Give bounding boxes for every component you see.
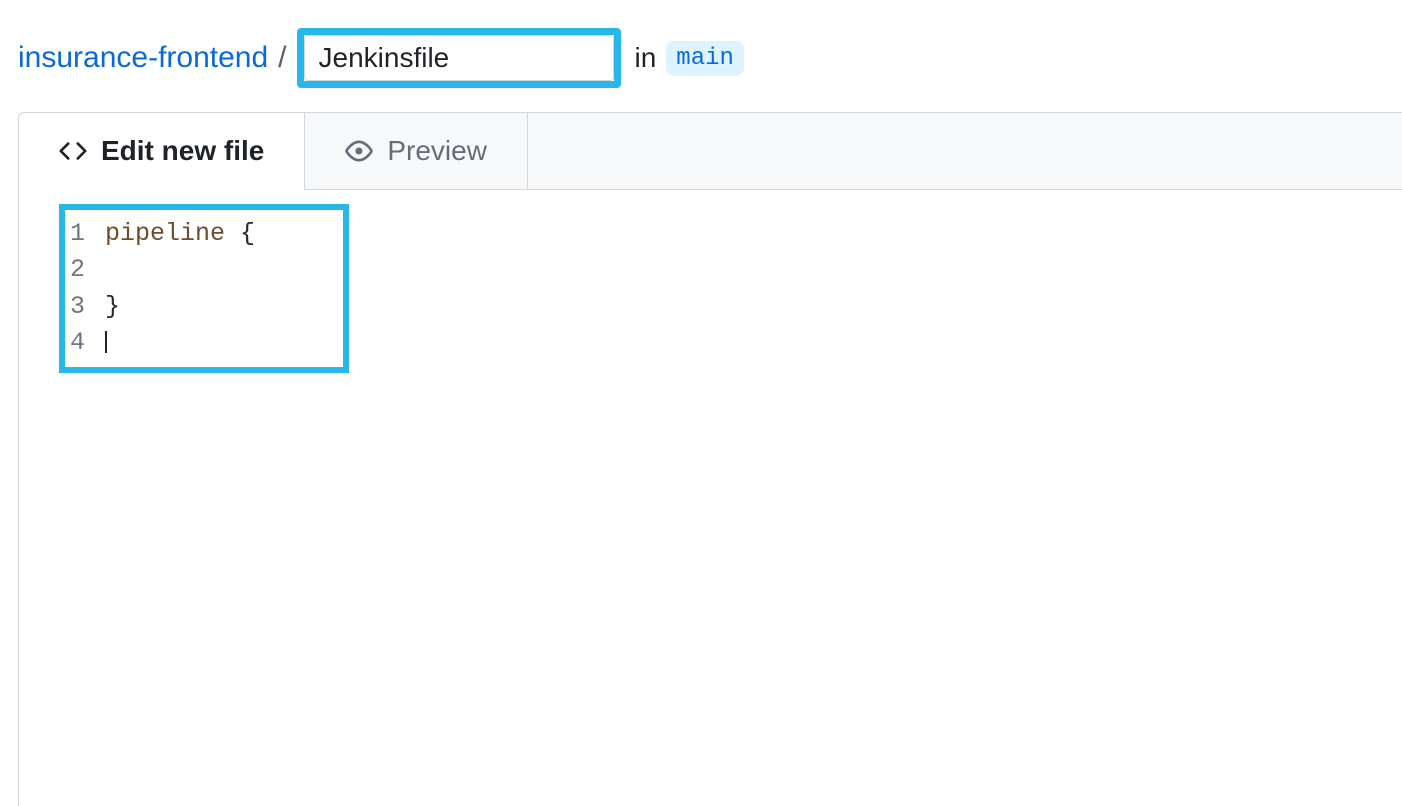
repo-link[interactable]: insurance-frontend (18, 41, 268, 75)
code-text: } (105, 289, 120, 325)
tab-preview-label: Preview (387, 135, 487, 167)
code-highlight: 1 pipeline { 2 3 } 4 (59, 204, 349, 373)
tab-edit-label: Edit new file (101, 135, 264, 167)
in-label: in (635, 42, 657, 74)
code-icon (59, 137, 87, 165)
branch-badge[interactable]: main (666, 41, 744, 76)
tab-bar: Edit new file Preview (18, 112, 1402, 190)
code-text: pipeline { (105, 216, 255, 252)
code-line: 4 (65, 325, 343, 361)
tab-preview[interactable]: Preview (305, 113, 528, 189)
line-number: 2 (65, 252, 105, 288)
tab-edit-new-file[interactable]: Edit new file (19, 113, 305, 190)
code-editor[interactable]: 1 pipeline { 2 3 } 4 (18, 190, 1402, 806)
code-line: 2 (65, 252, 343, 288)
path-separator: / (278, 41, 286, 75)
code-text (105, 325, 107, 361)
line-number: 1 (65, 216, 105, 252)
text-cursor (105, 331, 107, 353)
line-number: 3 (65, 289, 105, 325)
filename-highlight (297, 28, 621, 88)
eye-icon (345, 137, 373, 165)
filename-input[interactable] (304, 35, 614, 81)
breadcrumb: insurance-frontend / in main (0, 0, 1402, 112)
line-number: 4 (65, 325, 105, 361)
code-line: 3 } (65, 289, 343, 325)
code-line: 1 pipeline { (65, 216, 343, 252)
